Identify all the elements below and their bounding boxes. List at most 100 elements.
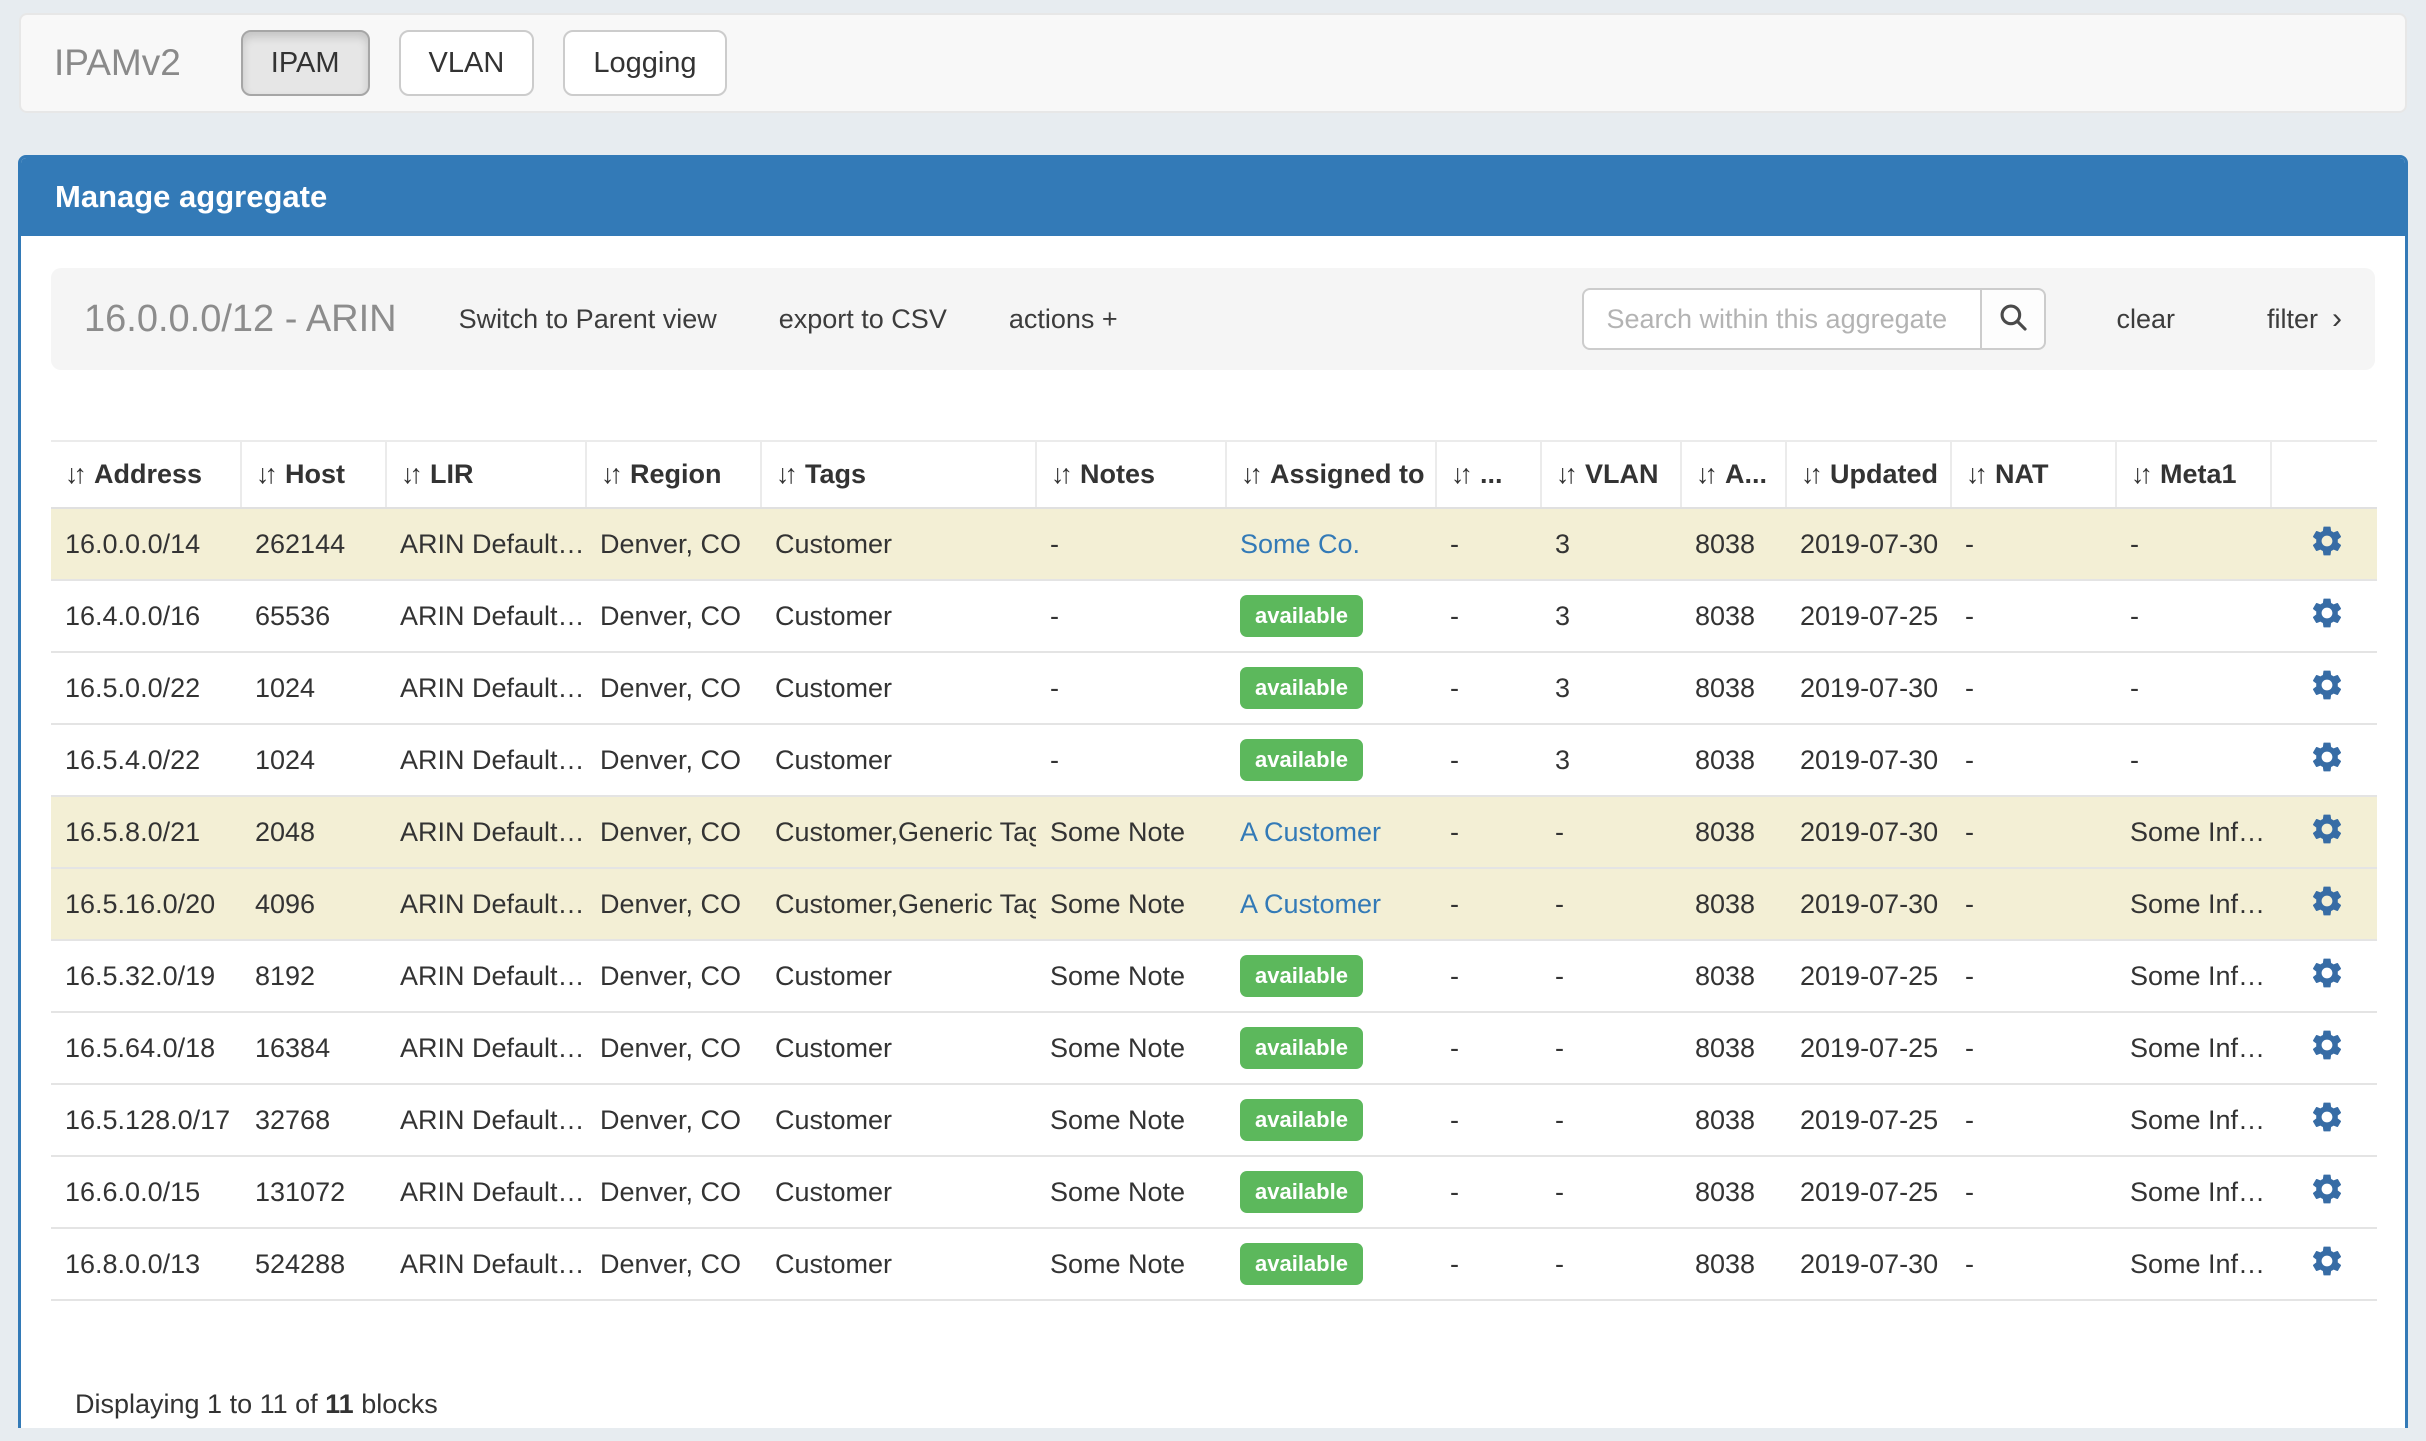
column-header-dots[interactable]: ↓↑... bbox=[1436, 441, 1541, 508]
column-header-updated[interactable]: ↓↑Updated bbox=[1786, 441, 1951, 508]
cell-lir: ARIN Default… bbox=[386, 652, 586, 724]
column-header-assigned[interactable]: ↓↑Assigned to bbox=[1226, 441, 1436, 508]
cell-assigned: available bbox=[1226, 724, 1436, 796]
column-header-host[interactable]: ↓↑Host bbox=[241, 441, 386, 508]
chevron-right-icon: › bbox=[2332, 302, 2342, 335]
search-input[interactable] bbox=[1582, 288, 1982, 350]
column-header-address[interactable]: ↓↑Address bbox=[51, 441, 241, 508]
cell-host: 4096 bbox=[241, 868, 386, 940]
top-navbar: IPAMv2 IPAM VLAN Logging bbox=[19, 13, 2407, 113]
status-badge: available bbox=[1240, 955, 1363, 997]
cell-updated: 2019-07-30 bbox=[1786, 1228, 1951, 1300]
cell-notes: Some Note bbox=[1036, 1012, 1226, 1084]
actions-menu-link[interactable]: actions + bbox=[1009, 304, 1118, 335]
cell-host: 2048 bbox=[241, 796, 386, 868]
cell-lir: ARIN Default… bbox=[386, 1156, 586, 1228]
column-header-lir[interactable]: ↓↑LIR bbox=[386, 441, 586, 508]
cell-notes: - bbox=[1036, 580, 1226, 652]
column-header-actions bbox=[2271, 441, 2377, 508]
cell-asn: 8038 bbox=[1681, 724, 1786, 796]
cell-notes: Some Note bbox=[1036, 796, 1226, 868]
row-settings-gear-icon[interactable] bbox=[2309, 595, 2345, 631]
row-settings-gear-icon[interactable] bbox=[2309, 1243, 2345, 1279]
cell-dots: - bbox=[1436, 940, 1541, 1012]
cell-tags: Customer,Generic Tag bbox=[761, 796, 1036, 868]
cell-vlan: - bbox=[1541, 940, 1681, 1012]
cell-tags: Customer bbox=[761, 508, 1036, 580]
row-settings-gear-icon[interactable] bbox=[2309, 1171, 2345, 1207]
cell-host: 524288 bbox=[241, 1228, 386, 1300]
cell-vlan: - bbox=[1541, 868, 1681, 940]
nav-button-logging[interactable]: Logging bbox=[563, 30, 726, 96]
cell-nat: - bbox=[1951, 868, 2116, 940]
row-settings-gear-icon[interactable] bbox=[2309, 955, 2345, 991]
column-header-region[interactable]: ↓↑Region bbox=[586, 441, 761, 508]
cell-meta1: Some Inf… bbox=[2116, 1012, 2271, 1084]
cell-assigned: available bbox=[1226, 652, 1436, 724]
footer-count: 11 bbox=[325, 1389, 354, 1419]
search-button[interactable] bbox=[1980, 288, 2046, 350]
cell-nat: - bbox=[1951, 796, 2116, 868]
row-actions-cell bbox=[2271, 796, 2377, 868]
cell-asn: 8038 bbox=[1681, 940, 1786, 1012]
cell-updated: 2019-07-30 bbox=[1786, 724, 1951, 796]
assigned-to-link[interactable]: A Customer bbox=[1240, 817, 1381, 847]
filter-link[interactable]: filter› bbox=[2267, 302, 2342, 336]
column-header-nat[interactable]: ↓↑NAT bbox=[1951, 441, 2116, 508]
cell-tags: Customer bbox=[761, 1012, 1036, 1084]
cell-lir: ARIN Default… bbox=[386, 796, 586, 868]
column-label: Host bbox=[285, 459, 345, 489]
column-header-tags[interactable]: ↓↑Tags bbox=[761, 441, 1036, 508]
cell-region: Denver, CO bbox=[586, 652, 761, 724]
cell-lir: ARIN Default… bbox=[386, 940, 586, 1012]
column-label: VLAN bbox=[1585, 459, 1659, 489]
sort-icon: ↓↑ bbox=[1966, 459, 1983, 489]
cell-assigned: available bbox=[1226, 1228, 1436, 1300]
nav-button-ipam[interactable]: IPAM bbox=[241, 30, 370, 96]
app-brand[interactable]: IPAMv2 bbox=[54, 42, 181, 84]
row-settings-gear-icon[interactable] bbox=[2309, 811, 2345, 847]
column-label: ... bbox=[1480, 459, 1503, 489]
cell-tags: Customer bbox=[761, 1156, 1036, 1228]
cell-nat: - bbox=[1951, 1084, 2116, 1156]
row-settings-gear-icon[interactable] bbox=[2309, 523, 2345, 559]
cell-assigned: A Customer bbox=[1226, 868, 1436, 940]
cell-host: 16384 bbox=[241, 1012, 386, 1084]
row-settings-gear-icon[interactable] bbox=[2309, 1099, 2345, 1135]
cell-dots: - bbox=[1436, 580, 1541, 652]
column-header-meta1[interactable]: ↓↑Meta1 bbox=[2116, 441, 2271, 508]
cell-dots: - bbox=[1436, 724, 1541, 796]
table-row: 16.5.32.0/198192ARIN Default…Denver, COC… bbox=[51, 940, 2377, 1012]
cell-assigned: available bbox=[1226, 1156, 1436, 1228]
column-header-vlan[interactable]: ↓↑VLAN bbox=[1541, 441, 1681, 508]
row-settings-gear-icon[interactable] bbox=[2309, 1027, 2345, 1063]
cell-updated: 2019-07-30 bbox=[1786, 796, 1951, 868]
assigned-to-link[interactable]: Some Co. bbox=[1240, 529, 1360, 559]
cell-host: 65536 bbox=[241, 580, 386, 652]
cell-updated: 2019-07-25 bbox=[1786, 580, 1951, 652]
row-settings-gear-icon[interactable] bbox=[2309, 667, 2345, 703]
column-header-asn[interactable]: ↓↑A... bbox=[1681, 441, 1786, 508]
cell-meta1: Some Inf… bbox=[2116, 940, 2271, 1012]
cell-assigned: available bbox=[1226, 580, 1436, 652]
column-header-notes[interactable]: ↓↑Notes bbox=[1036, 441, 1226, 508]
export-csv-link[interactable]: export to CSV bbox=[779, 304, 947, 335]
switch-parent-view-link[interactable]: Switch to Parent view bbox=[459, 304, 717, 335]
status-badge: available bbox=[1240, 1027, 1363, 1069]
row-actions-cell bbox=[2271, 580, 2377, 652]
row-settings-gear-icon[interactable] bbox=[2309, 883, 2345, 919]
clear-link[interactable]: clear bbox=[2116, 304, 2175, 335]
cell-dots: - bbox=[1436, 796, 1541, 868]
cell-host: 32768 bbox=[241, 1084, 386, 1156]
cell-assigned: A Customer bbox=[1226, 796, 1436, 868]
sort-icon: ↓↑ bbox=[401, 459, 418, 489]
nav-button-vlan[interactable]: VLAN bbox=[399, 30, 535, 96]
cell-meta1: - bbox=[2116, 508, 2271, 580]
cell-vlan: - bbox=[1541, 796, 1681, 868]
cell-asn: 8038 bbox=[1681, 1228, 1786, 1300]
row-settings-gear-icon[interactable] bbox=[2309, 739, 2345, 775]
cell-notes: Some Note bbox=[1036, 1228, 1226, 1300]
cell-region: Denver, CO bbox=[586, 508, 761, 580]
assigned-to-link[interactable]: A Customer bbox=[1240, 889, 1381, 919]
cell-region: Denver, CO bbox=[586, 1156, 761, 1228]
